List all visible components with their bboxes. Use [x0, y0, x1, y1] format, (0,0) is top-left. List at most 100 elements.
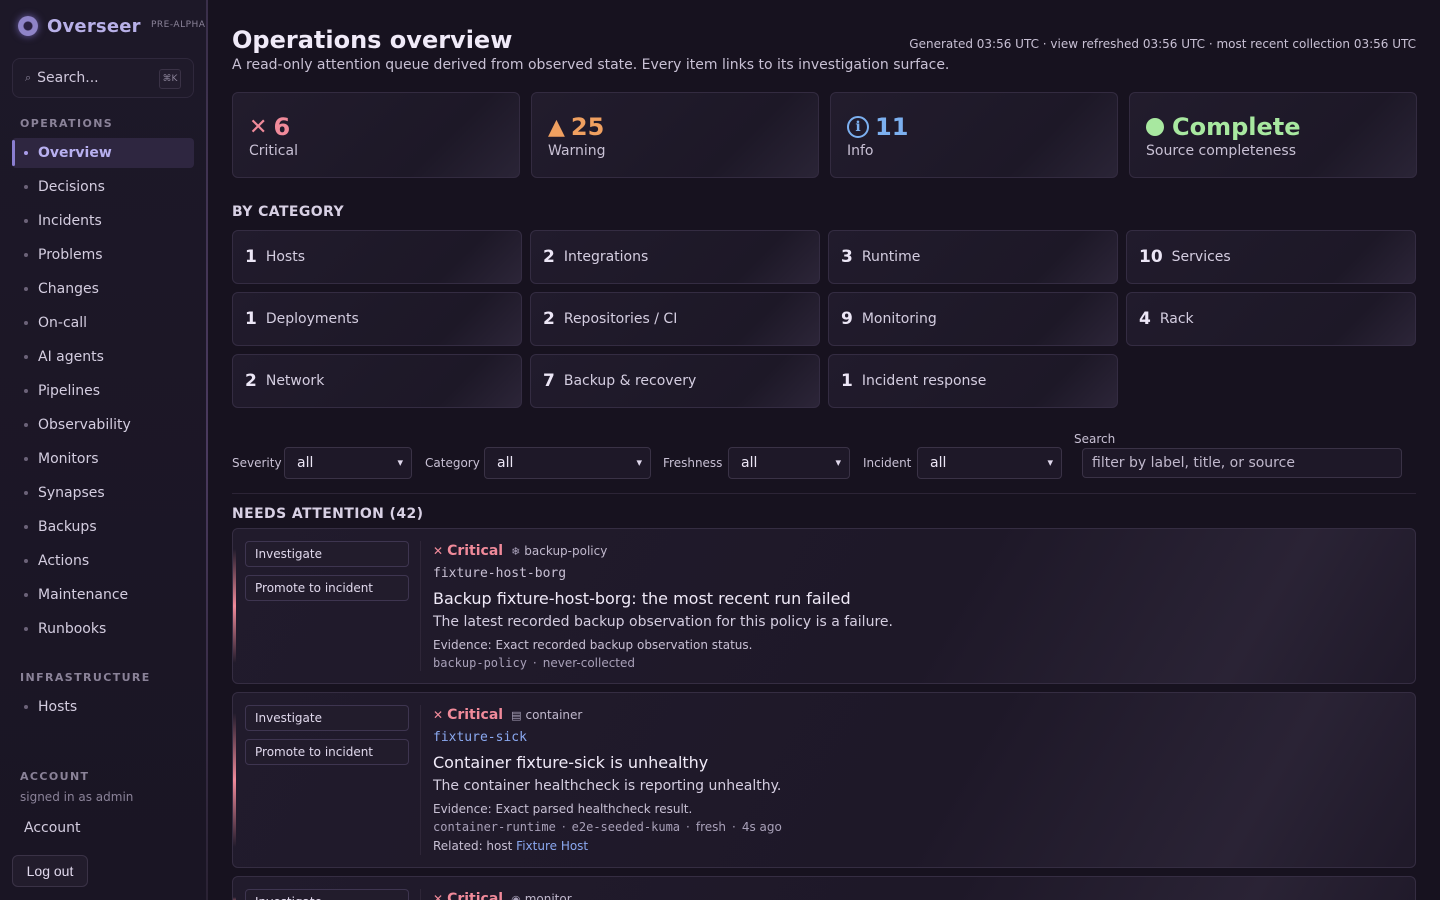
category-count: 9 — [841, 309, 853, 329]
bullet-icon — [24, 525, 28, 529]
stat-label: Critical — [249, 143, 298, 159]
stat-card-warning[interactable]: ▲ 25 Warning — [531, 92, 819, 178]
attention-item: Investigate Promote to incident ✕ Critic… — [232, 692, 1416, 868]
severity-select[interactable]: all ▾ — [284, 447, 412, 479]
category-label: Network — [265, 373, 325, 389]
bullet-icon — [24, 253, 28, 257]
sidebar-item-problems[interactable]: Problems — [12, 240, 194, 270]
category-select-value: all — [497, 455, 514, 471]
bullet-icon — [24, 321, 28, 325]
promote-to-incident-button[interactable]: Promote to incident — [245, 739, 409, 765]
pre-alpha-badge: PRE-ALPHA — [151, 20, 206, 30]
meta-collector: e2e-seeded-kuma — [571, 820, 681, 834]
sidebar-item-label: Monitors — [38, 451, 99, 467]
divider — [420, 889, 421, 900]
stat-card-info[interactable]: i 11 Info — [830, 92, 1118, 178]
filter-search-input[interactable] — [1082, 448, 1402, 478]
category-label: Integrations — [563, 249, 649, 265]
attention-item: Investigate ✕ Critical ◉ monitor — [232, 876, 1416, 900]
status-dot-icon — [1146, 118, 1164, 136]
meta-age: 4s ago — [741, 820, 782, 834]
category-card-hosts[interactable]: 1 Hosts — [232, 230, 522, 284]
item-description: The container healthcheck is reporting u… — [433, 778, 782, 794]
severity-select-value: all — [297, 455, 314, 471]
bullet-icon — [24, 355, 28, 359]
sidebar-item-ai-agents[interactable]: AI agents — [12, 342, 194, 372]
category-card-monitoring[interactable]: 9 Monitoring — [828, 292, 1118, 346]
category-card-services[interactable]: 10 Services — [1126, 230, 1416, 284]
investigate-button[interactable]: Investigate — [245, 889, 409, 900]
sidebar-item-label: Hosts — [38, 699, 78, 715]
category-card-network[interactable]: 2 Network — [232, 354, 522, 408]
sidebar-item-changes[interactable]: Changes — [12, 274, 194, 304]
category-label: Backup & recovery — [563, 373, 697, 389]
sidebar-item-observability[interactable]: Observability — [12, 410, 194, 440]
category-count: 2 — [543, 309, 555, 329]
sidebar-item-label: Runbooks — [38, 621, 107, 637]
category-select[interactable]: all ▾ — [484, 447, 651, 479]
bullet-icon — [24, 185, 28, 189]
source-label: monitor — [524, 892, 572, 900]
stat-card-critical[interactable]: ✕ 6 Critical — [232, 92, 520, 178]
sidebar-item-label: Pipelines — [38, 383, 101, 399]
category-card-rack[interactable]: 4 Rack — [1126, 292, 1416, 346]
account-link[interactable]: Account — [24, 820, 81, 836]
critical-x-icon: ✕ — [433, 544, 444, 558]
freshness-select[interactable]: all ▾ — [728, 447, 850, 479]
logout-button[interactable]: Log out — [12, 855, 88, 887]
sidebar-item-actions[interactable]: Actions — [12, 546, 194, 576]
incident-select[interactable]: all ▾ — [917, 447, 1062, 479]
sidebar-item-monitors[interactable]: Monitors — [12, 444, 194, 474]
category-card-deployments[interactable]: 1 Deployments — [232, 292, 522, 346]
sidebar-item-hosts[interactable]: Hosts — [12, 692, 194, 722]
attention-item: Investigate Promote to incident ✕ Critic… — [232, 528, 1416, 684]
sidebar-item-incidents[interactable]: Incidents — [12, 206, 194, 236]
sidebar-item-overview[interactable]: Overview — [12, 138, 194, 168]
category-filter-label: Category — [425, 456, 480, 470]
sidebar-search[interactable]: ⌕ Search... ⌘K — [12, 58, 194, 98]
bullet-icon — [24, 151, 28, 155]
sidebar-item-label: Maintenance — [38, 587, 129, 603]
sidebar-item-label: Backups — [38, 519, 97, 535]
entity-link[interactable]: fixture-sick — [433, 730, 1403, 745]
sidebar-item-pipelines[interactable]: Pipelines — [12, 376, 194, 406]
severity-badge: Critical — [447, 707, 504, 723]
sidebar-item-decisions[interactable]: Decisions — [12, 172, 194, 202]
category-card-incident-response[interactable]: 1 Incident response — [828, 354, 1118, 408]
sidebar-item-label: Changes — [38, 281, 99, 297]
brand[interactable]: Overseer — [18, 14, 141, 38]
chevron-down-icon: ▾ — [636, 456, 642, 469]
search-icon: ⌕ — [25, 71, 32, 84]
bullet-icon — [24, 559, 28, 563]
source-label: container — [525, 708, 583, 722]
sidebar-item-maintenance[interactable]: Maintenance — [12, 580, 194, 610]
sidebar-item-backups[interactable]: Backups — [12, 512, 194, 542]
category-label: Runtime — [861, 249, 921, 265]
related-host-link[interactable]: Fixture Host — [516, 839, 588, 853]
category-label: Rack — [1159, 311, 1194, 327]
freshness-select-value: all — [741, 455, 758, 471]
category-card-runtime[interactable]: 3 Runtime — [828, 230, 1118, 284]
category-card-repositories-ci[interactable]: 2 Repositories / CI — [530, 292, 820, 346]
sidebar: Overseer PRE-ALPHA ⌕ Search... ⌘K OPERAT… — [0, 0, 208, 900]
stat-value: 25 — [570, 113, 605, 141]
investigate-button[interactable]: Investigate — [245, 541, 409, 567]
promote-to-incident-button[interactable]: Promote to incident — [245, 575, 409, 601]
sidebar-item-label: Actions — [38, 553, 90, 569]
sidebar-item-synapses[interactable]: Synapses — [12, 478, 194, 508]
category-card-integrations[interactable]: 2 Integrations — [530, 230, 820, 284]
bullet-icon — [24, 593, 28, 597]
sidebar-item-label: Synapses — [38, 485, 105, 501]
meta-source: backup-policy — [433, 656, 527, 670]
critical-x-icon: ✕ — [433, 892, 444, 900]
freshness-filter-label: Freshness — [663, 456, 723, 470]
stat-label: Warning — [548, 143, 606, 159]
main-content: Operations overview A read-only attentio… — [232, 0, 1417, 900]
investigate-button[interactable]: Investigate — [245, 705, 409, 731]
sidebar-item-on-call[interactable]: On-call — [12, 308, 194, 338]
item-title[interactable]: Backup fixture-host-borg: the most recen… — [433, 589, 1403, 608]
item-title[interactable]: Container fixture-sick is unhealthy — [433, 753, 1403, 772]
stat-card-completeness[interactable]: Complete Source completeness — [1129, 92, 1417, 178]
category-card-backup-recovery[interactable]: 7 Backup & recovery — [530, 354, 820, 408]
sidebar-item-runbooks[interactable]: Runbooks — [12, 614, 194, 644]
